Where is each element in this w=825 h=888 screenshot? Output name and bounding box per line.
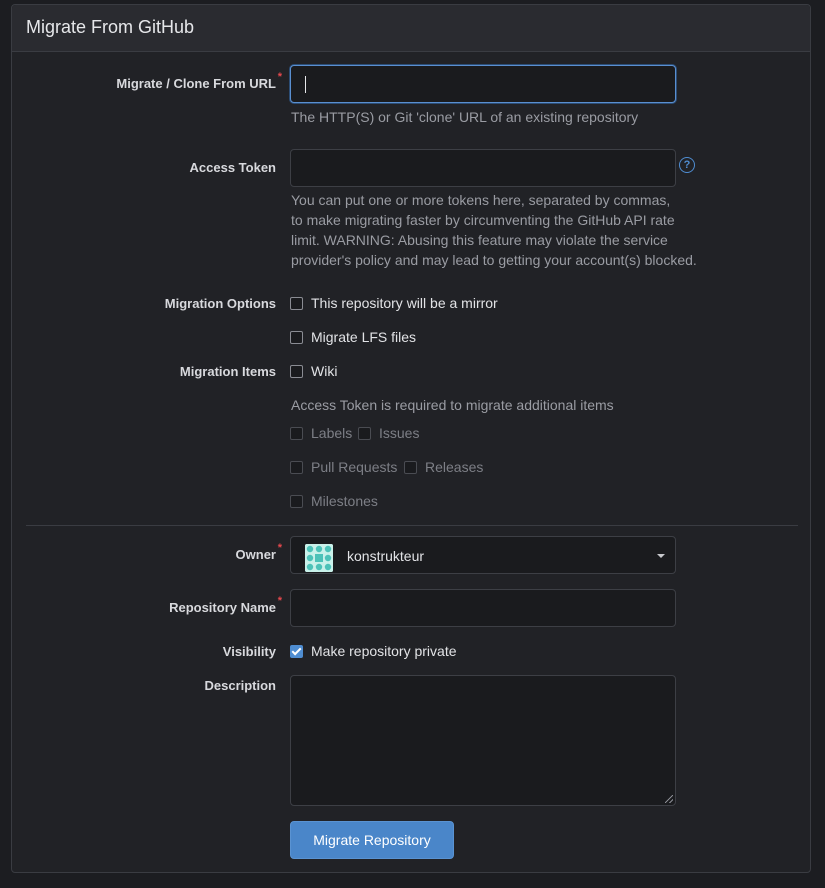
repo-name-input[interactable] — [290, 589, 676, 627]
card-header: Migrate From GitHub — [12, 5, 810, 52]
clone-url-help: The HTTP(S) or Git 'clone' URL of an exi… — [291, 109, 639, 125]
lfs-checkbox-label: Migrate LFS files — [311, 329, 417, 345]
private-checkbox-label: Make repository private — [311, 643, 457, 659]
milestones-option: Milestones — [290, 492, 378, 510]
chevron-down-icon — [657, 554, 665, 558]
milestones-checkbox-label: Milestones — [311, 493, 378, 509]
access-token-help-line: limit. WARNING: Abusing this feature may… — [291, 232, 668, 248]
access-token-label: Access Token — [189, 160, 276, 175]
visibility-label: Visibility — [222, 644, 276, 659]
wiki-checkbox-label: Wiki — [311, 363, 338, 379]
lfs-option[interactable]: Migrate LFS files — [290, 328, 416, 346]
issues-checkbox-label: Issues — [379, 425, 420, 441]
required-mark: * — [277, 542, 282, 554]
mirror-option[interactable]: This repository will be a mirror — [290, 294, 498, 312]
labels-option: Labels — [290, 424, 352, 442]
description-textarea[interactable] — [290, 675, 676, 806]
resize-handle[interactable] — [665, 795, 673, 803]
migration-items-label: Migration Items — [179, 364, 276, 379]
clone-url-input[interactable] — [290, 65, 676, 103]
required-mark: * — [277, 71, 282, 83]
required-mark: * — [277, 595, 282, 607]
mirror-checkbox-label: This repository will be a mirror — [311, 295, 498, 311]
wiki-checkbox[interactable] — [290, 364, 303, 378]
private-checkbox[interactable] — [290, 644, 303, 658]
pull-requests-checkbox-label: Pull Requests — [311, 459, 398, 475]
page-title: Migrate From GitHub — [26, 17, 195, 37]
additional-items-note: Access Token is required to migrate addi… — [291, 397, 614, 413]
owner-avatar-pattern — [305, 544, 333, 572]
access-token-help-line: You can put one or more tokens here, sep… — [291, 192, 671, 208]
url-field-label: Migrate / Clone From URL * — [116, 71, 282, 91]
access-token-help-line: provider's policy and may lead to gettin… — [291, 252, 697, 268]
avatar — [305, 544, 333, 572]
labels-checkbox — [290, 426, 303, 440]
pull-requests-checkbox — [290, 460, 303, 474]
releases-checkbox-label: Releases — [425, 459, 484, 475]
url-field-label-text: Migrate / Clone From URL — [116, 76, 276, 91]
repo-name-label-text: Repository Name — [169, 600, 276, 615]
migration-options-label: Migration Options — [164, 296, 276, 311]
labels-checkbox-label: Labels — [311, 425, 353, 441]
owner-label-text: Owner — [235, 547, 276, 562]
access-token-input[interactable] — [290, 149, 676, 187]
repo-name-label: Repository Name * — [169, 595, 282, 615]
wiki-option[interactable]: Wiki — [290, 362, 337, 380]
milestones-checkbox — [290, 494, 303, 508]
owner-label: Owner * — [235, 542, 282, 562]
section-divider — [26, 525, 798, 526]
lfs-checkbox[interactable] — [290, 330, 303, 344]
issues-checkbox — [358, 426, 371, 440]
pull-requests-option: Pull Requests — [290, 458, 397, 476]
mirror-checkbox[interactable] — [290, 296, 303, 310]
text-caret — [305, 76, 306, 93]
issues-option: Issues — [358, 424, 419, 442]
private-option[interactable]: Make repository private — [290, 642, 457, 660]
owner-dropdown[interactable]: konstrukteur — [290, 536, 676, 574]
owner-selected-value: konstrukteur — [347, 548, 425, 564]
releases-checkbox — [404, 460, 417, 474]
question-circle-icon[interactable]: ? — [679, 157, 695, 173]
access-token-help-line: to make migrating faster by circumventin… — [291, 212, 675, 228]
releases-option: Releases — [404, 458, 483, 476]
migrate-repository-button[interactable]: Migrate Repository — [290, 821, 454, 859]
description-label: Description — [204, 678, 276, 693]
access-token-help: You can put one or more tokens here, sep… — [291, 190, 731, 270]
